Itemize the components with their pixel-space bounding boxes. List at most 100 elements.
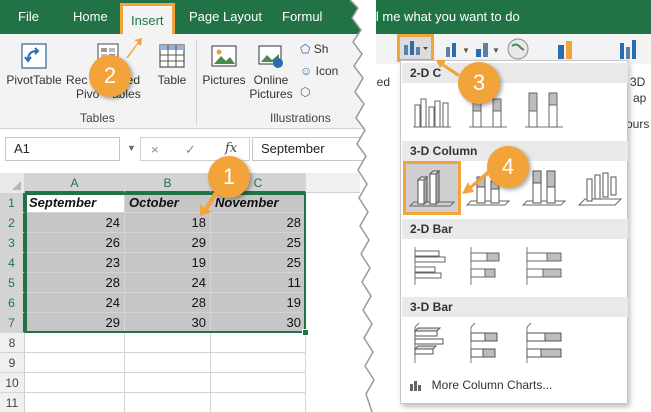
data-cell[interactable]: 24 — [125, 273, 211, 293]
data-cell[interactable]: 29 — [125, 233, 211, 253]
empty-cell[interactable] — [25, 353, 125, 373]
tab-file[interactable]: File — [18, 0, 39, 34]
select-all-corner[interactable] — [0, 173, 25, 193]
empty-cell[interactable] — [125, 353, 211, 373]
shapes-button[interactable]: ⬠ Sh — [300, 42, 328, 56]
row-header[interactable]: 3 — [0, 233, 25, 253]
data-cell[interactable]: 11 — [211, 273, 306, 293]
empty-cell[interactable] — [125, 373, 211, 393]
insert-function-icon[interactable]: fx — [225, 141, 237, 156]
name-box[interactable]: A1 — [5, 137, 120, 161]
row-header[interactable]: 4 — [0, 253, 25, 273]
empty-cell[interactable] — [25, 333, 125, 353]
data-cell[interactable]: 19 — [125, 253, 211, 273]
empty-cell[interactable] — [211, 353, 306, 373]
100-stacked-bar-option[interactable] — [519, 243, 569, 289]
data-cell[interactable]: 28 — [125, 293, 211, 313]
data-cell[interactable]: 18 — [125, 213, 211, 233]
recommended-charts-label: ded — [370, 75, 391, 89]
3d-clustered-bar-icon — [413, 322, 444, 363]
row-header[interactable]: 6 — [0, 293, 25, 313]
tab-insert[interactable]: Insert — [120, 3, 175, 34]
tell-me-search[interactable]: ll me what you want to do — [373, 0, 520, 34]
100-stacked-column-option[interactable] — [519, 87, 569, 133]
data-cell[interactable]: 26 — [25, 233, 125, 253]
insert-column-chart-button[interactable] — [397, 34, 434, 62]
empty-cell[interactable] — [211, 373, 306, 393]
cube-icon: ⬡ — [300, 85, 311, 99]
data-cell[interactable]: 24 — [25, 293, 125, 313]
line-chart-icon[interactable]: ▼ — [444, 39, 474, 59]
3d-column-option[interactable] — [575, 165, 625, 211]
pivotchart-icon[interactable] — [554, 37, 580, 61]
cancel-icon[interactable]: × — [151, 142, 159, 157]
data-cell[interactable]: 28 — [25, 273, 125, 293]
empty-cell[interactable] — [125, 333, 211, 353]
3d-stacked-bar-option[interactable] — [463, 321, 513, 367]
empty-cell[interactable] — [211, 333, 306, 353]
empty-cell[interactable] — [25, 393, 125, 412]
3d-clustered-bar-option[interactable] — [407, 321, 457, 367]
3d-clustered-column-option[interactable] — [403, 161, 461, 215]
row-header[interactable]: 10 — [0, 373, 25, 393]
group-label-tables: Tables — [80, 111, 115, 125]
data-cell[interactable]: 30 — [125, 313, 211, 333]
3d-map-icon[interactable] — [616, 37, 642, 61]
3d-models-button[interactable]: ⬡ — [300, 85, 310, 99]
table-button[interactable]: Table — [152, 42, 192, 87]
data-cell[interactable]: 23 — [25, 253, 125, 273]
step-badge-4: 4 — [487, 146, 529, 188]
row-header[interactable]: 11 — [0, 393, 25, 412]
shapes-icon: ⬠ — [300, 42, 311, 56]
tab-formulas[interactable]: Formul — [282, 0, 322, 34]
row-header[interactable]: 7 — [0, 313, 25, 333]
empty-cell[interactable] — [211, 393, 306, 412]
column-chart-icon — [404, 41, 428, 55]
3d-stacked-bar-icon — [470, 322, 498, 363]
column-chart-small-icon — [410, 380, 421, 391]
clustered-bar-icon — [414, 247, 446, 285]
group-divider — [196, 40, 197, 125]
pivottable-icon — [21, 43, 47, 69]
3d-100-stacked-bar-option[interactable] — [519, 321, 569, 367]
clustered-column-icon — [413, 98, 451, 128]
row-header[interactable]: 9 — [0, 353, 25, 373]
empty-cell[interactable] — [125, 393, 211, 412]
cell-b1[interactable]: October — [125, 193, 211, 213]
data-cell[interactable]: 25 — [211, 253, 306, 273]
enter-icon[interactable]: ✓ — [185, 142, 196, 158]
data-cell[interactable]: 24 — [25, 213, 125, 233]
online-pictures-button[interactable]: Online Pictures — [248, 42, 294, 101]
column-header-b[interactable]: B — [125, 173, 211, 193]
row-header[interactable]: 1 — [0, 193, 25, 213]
formula-input[interactable]: September — [252, 137, 382, 161]
tours-label: ours — [626, 117, 650, 131]
section-2d-bar: 2-D Bar — [402, 219, 628, 239]
row-header[interactable]: 8 — [0, 333, 25, 353]
clustered-bar-option[interactable] — [407, 243, 457, 289]
data-cell[interactable]: 19 — [211, 293, 306, 313]
data-cell[interactable]: 25 — [211, 233, 306, 253]
row-header[interactable]: 5 — [0, 273, 25, 293]
clustered-column-option[interactable] — [407, 87, 457, 133]
cell-a1[interactable]: September — [25, 193, 125, 213]
pictures-button[interactable]: Pictures — [200, 42, 248, 87]
maps-icon[interactable] — [506, 37, 530, 61]
data-cell[interactable]: 30 — [211, 313, 306, 333]
column-header-a[interactable]: A — [25, 173, 125, 193]
icons-button[interactable]: ☺ Icon — [300, 64, 338, 78]
empty-cell[interactable] — [25, 373, 125, 393]
100-stacked-column-icon — [525, 92, 563, 128]
data-cell[interactable]: 28 — [211, 213, 306, 233]
tab-page-layout[interactable]: Page Layout — [189, 0, 262, 34]
data-cell[interactable]: 29 — [25, 313, 125, 333]
tab-home[interactable]: Home — [73, 0, 108, 34]
hierarchy-chart-icon[interactable]: ▼ — [474, 39, 504, 59]
more-column-charts-link[interactable]: More Column Charts... — [409, 377, 552, 392]
fill-handle[interactable] — [302, 329, 309, 336]
row-header[interactable]: 2 — [0, 213, 25, 233]
stacked-bar-option[interactable] — [463, 243, 513, 289]
pivottable-button[interactable]: PivotTable — [6, 42, 62, 87]
icons-label: Icon — [315, 64, 339, 78]
name-box-dropdown-icon[interactable]: ▼ — [127, 143, 136, 153]
